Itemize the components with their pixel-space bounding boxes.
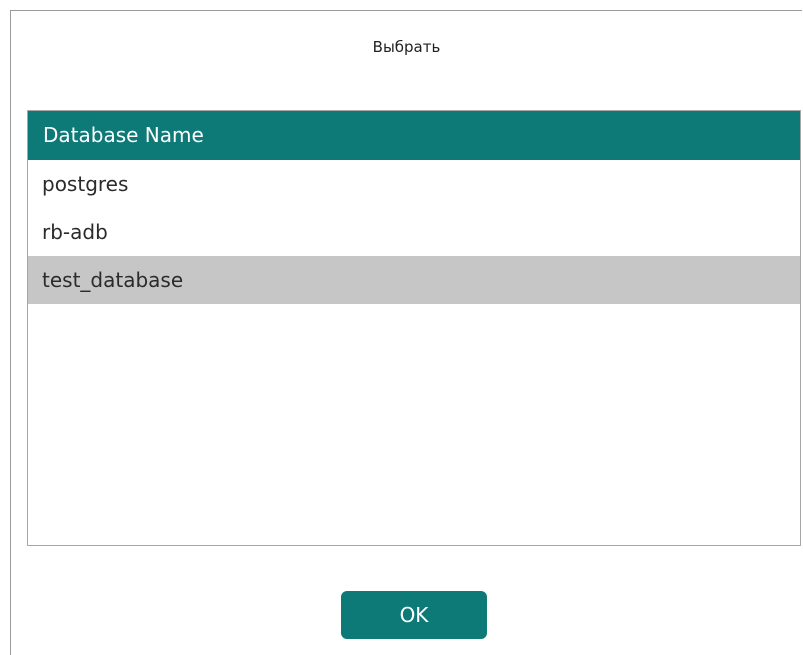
dialog-title: Выбрать <box>372 38 441 56</box>
column-header-database-name: Database Name <box>28 111 800 160</box>
list-item-selected[interactable]: test_database <box>28 256 800 304</box>
list-item[interactable]: rb-adb <box>28 208 800 256</box>
ok-button[interactable]: OK <box>341 591 487 639</box>
select-database-dialog: Выбрать Database Name postgres rb-adb te… <box>10 10 802 655</box>
list-item[interactable]: postgres <box>28 160 800 208</box>
database-list: Database Name postgres rb-adb test_datab… <box>27 110 801 546</box>
